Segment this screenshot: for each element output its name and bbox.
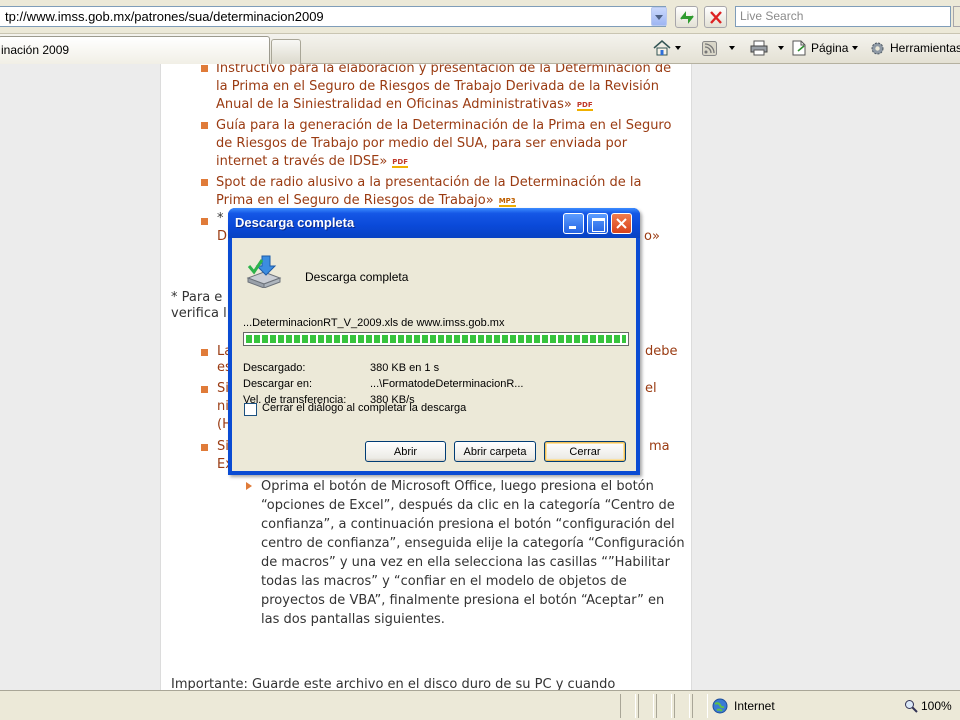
address-bar: tp://www.imss.gob.mx/patrones/sua/determ… (0, 0, 960, 34)
mp3-icon: MP3 (498, 197, 516, 207)
zoom-level: 100% (921, 699, 952, 713)
refresh-button[interactable] (675, 6, 698, 28)
close-window-button[interactable] (611, 213, 632, 234)
bullet-icon (201, 349, 208, 356)
dialog-heading: Descarga completa (305, 270, 409, 284)
list-item-fragment: el (645, 381, 657, 396)
open-button[interactable]: Abrir (365, 441, 446, 462)
security-zone[interactable]: Internet (712, 695, 775, 717)
bullet-icon (201, 218, 208, 225)
status-segment (620, 694, 636, 718)
page-menu-label: Página (811, 41, 849, 55)
tab-active[interactable]: inación 2009 (0, 36, 270, 64)
pdf-icon: PDF (576, 101, 593, 111)
close-button[interactable]: Cerrar (544, 441, 626, 462)
search-button[interactable] (953, 6, 960, 27)
page-menu-button[interactable]: Página (792, 38, 859, 58)
page-icon (792, 40, 806, 56)
new-tab-button[interactable] (271, 39, 301, 64)
print-dropdown-icon (778, 46, 784, 50)
zoom-control[interactable]: 100% (904, 695, 952, 717)
download-progress-bar (243, 332, 629, 346)
home-dropdown-icon (675, 46, 681, 50)
security-zone-label: Internet (734, 699, 775, 713)
download-complete-dialog: Descarga completa Descarga completa ...D… (228, 208, 640, 475)
close-on-complete-label[interactable]: Cerrar el diálogo al completar la descar… (262, 402, 466, 414)
status-segment (656, 694, 672, 718)
tools-menu-label: Herramientas (890, 41, 960, 55)
stop-icon (710, 11, 722, 24)
url-dropdown-button[interactable] (651, 7, 667, 26)
feeds-button[interactable] (702, 38, 735, 58)
refresh-icon (680, 11, 694, 24)
rss-icon (702, 40, 717, 56)
list-item[interactable]: Guía para la generación de la Determinac… (161, 117, 691, 171)
page-dropdown-icon (852, 46, 859, 50)
gear-icon (871, 42, 884, 54)
save-location-value: ...\FormatodeDeterminacionR... (370, 378, 524, 390)
zoom-icon (905, 700, 918, 713)
list-item-fragment: D (217, 229, 228, 244)
list-item-fragment: * (217, 211, 224, 226)
pdf-icon: PDF (392, 158, 409, 168)
open-folder-button[interactable]: Abrir carpeta (454, 441, 536, 462)
maximize-button[interactable] (587, 213, 608, 234)
home-icon (653, 40, 671, 56)
list-item-fragment: ma (649, 439, 670, 454)
bullet-icon (201, 444, 208, 451)
bullet-icon (201, 386, 208, 393)
downloaded-value: 380 KB en 1 s (370, 362, 440, 374)
url-input[interactable]: tp://www.imss.gob.mx/patrones/sua/determ… (0, 6, 666, 27)
dialog-title-bar[interactable]: Descarga completa (228, 208, 640, 238)
status-segment (638, 694, 654, 718)
close-icon (616, 218, 627, 229)
list-item[interactable]: Spot de radio alusivo a la presentación … (161, 174, 691, 210)
instructions-paragraph: Oprima el botón de Microsoft Office, lue… (246, 479, 685, 627)
downloaded-file-name: ...DeterminacionRT_V_2009.xls de www.ims… (243, 317, 505, 329)
home-button[interactable] (653, 38, 681, 58)
feeds-dropdown-icon (729, 46, 735, 50)
search-input[interactable]: Live Search (735, 6, 951, 27)
close-on-complete-checkbox[interactable] (244, 403, 257, 416)
list-item-fragment: debe (645, 344, 678, 359)
status-segment (674, 694, 690, 718)
document-link[interactable]: Guía para la generación de la Determinac… (216, 118, 671, 169)
globe-icon (712, 698, 728, 714)
list-item-fragment: o» (644, 229, 660, 244)
document-link[interactable]: Spot de radio alusivo a la presentación … (216, 175, 641, 208)
dialog-body: Descarga completa ...DeterminacionRT_V_2… (232, 238, 636, 471)
status-segment (692, 694, 708, 718)
minimize-button[interactable] (563, 213, 584, 234)
note-fragment: verifica l (171, 306, 227, 321)
save-location-label: Descargar en: (243, 378, 313, 390)
important-note: Importante: Guarde este archivo en el di… (171, 677, 616, 690)
download-complete-icon (246, 255, 282, 288)
list-item[interactable]: Instructivo para la elaboración y presen… (161, 64, 691, 114)
dialog-title: Descarga completa (235, 215, 355, 230)
tools-menu-button[interactable]: Herramientas (869, 38, 960, 58)
document-list: Instructivo para la elaboración y presen… (161, 64, 691, 213)
stop-button[interactable] (704, 6, 727, 28)
progress-fill (246, 335, 626, 343)
status-bar: Internet 100% (0, 690, 960, 720)
document-link[interactable]: Instructivo para la elaboración y presen… (216, 64, 671, 112)
printer-icon (750, 40, 768, 56)
print-button[interactable] (750, 38, 784, 58)
downloaded-label: Descargado: (243, 362, 306, 374)
